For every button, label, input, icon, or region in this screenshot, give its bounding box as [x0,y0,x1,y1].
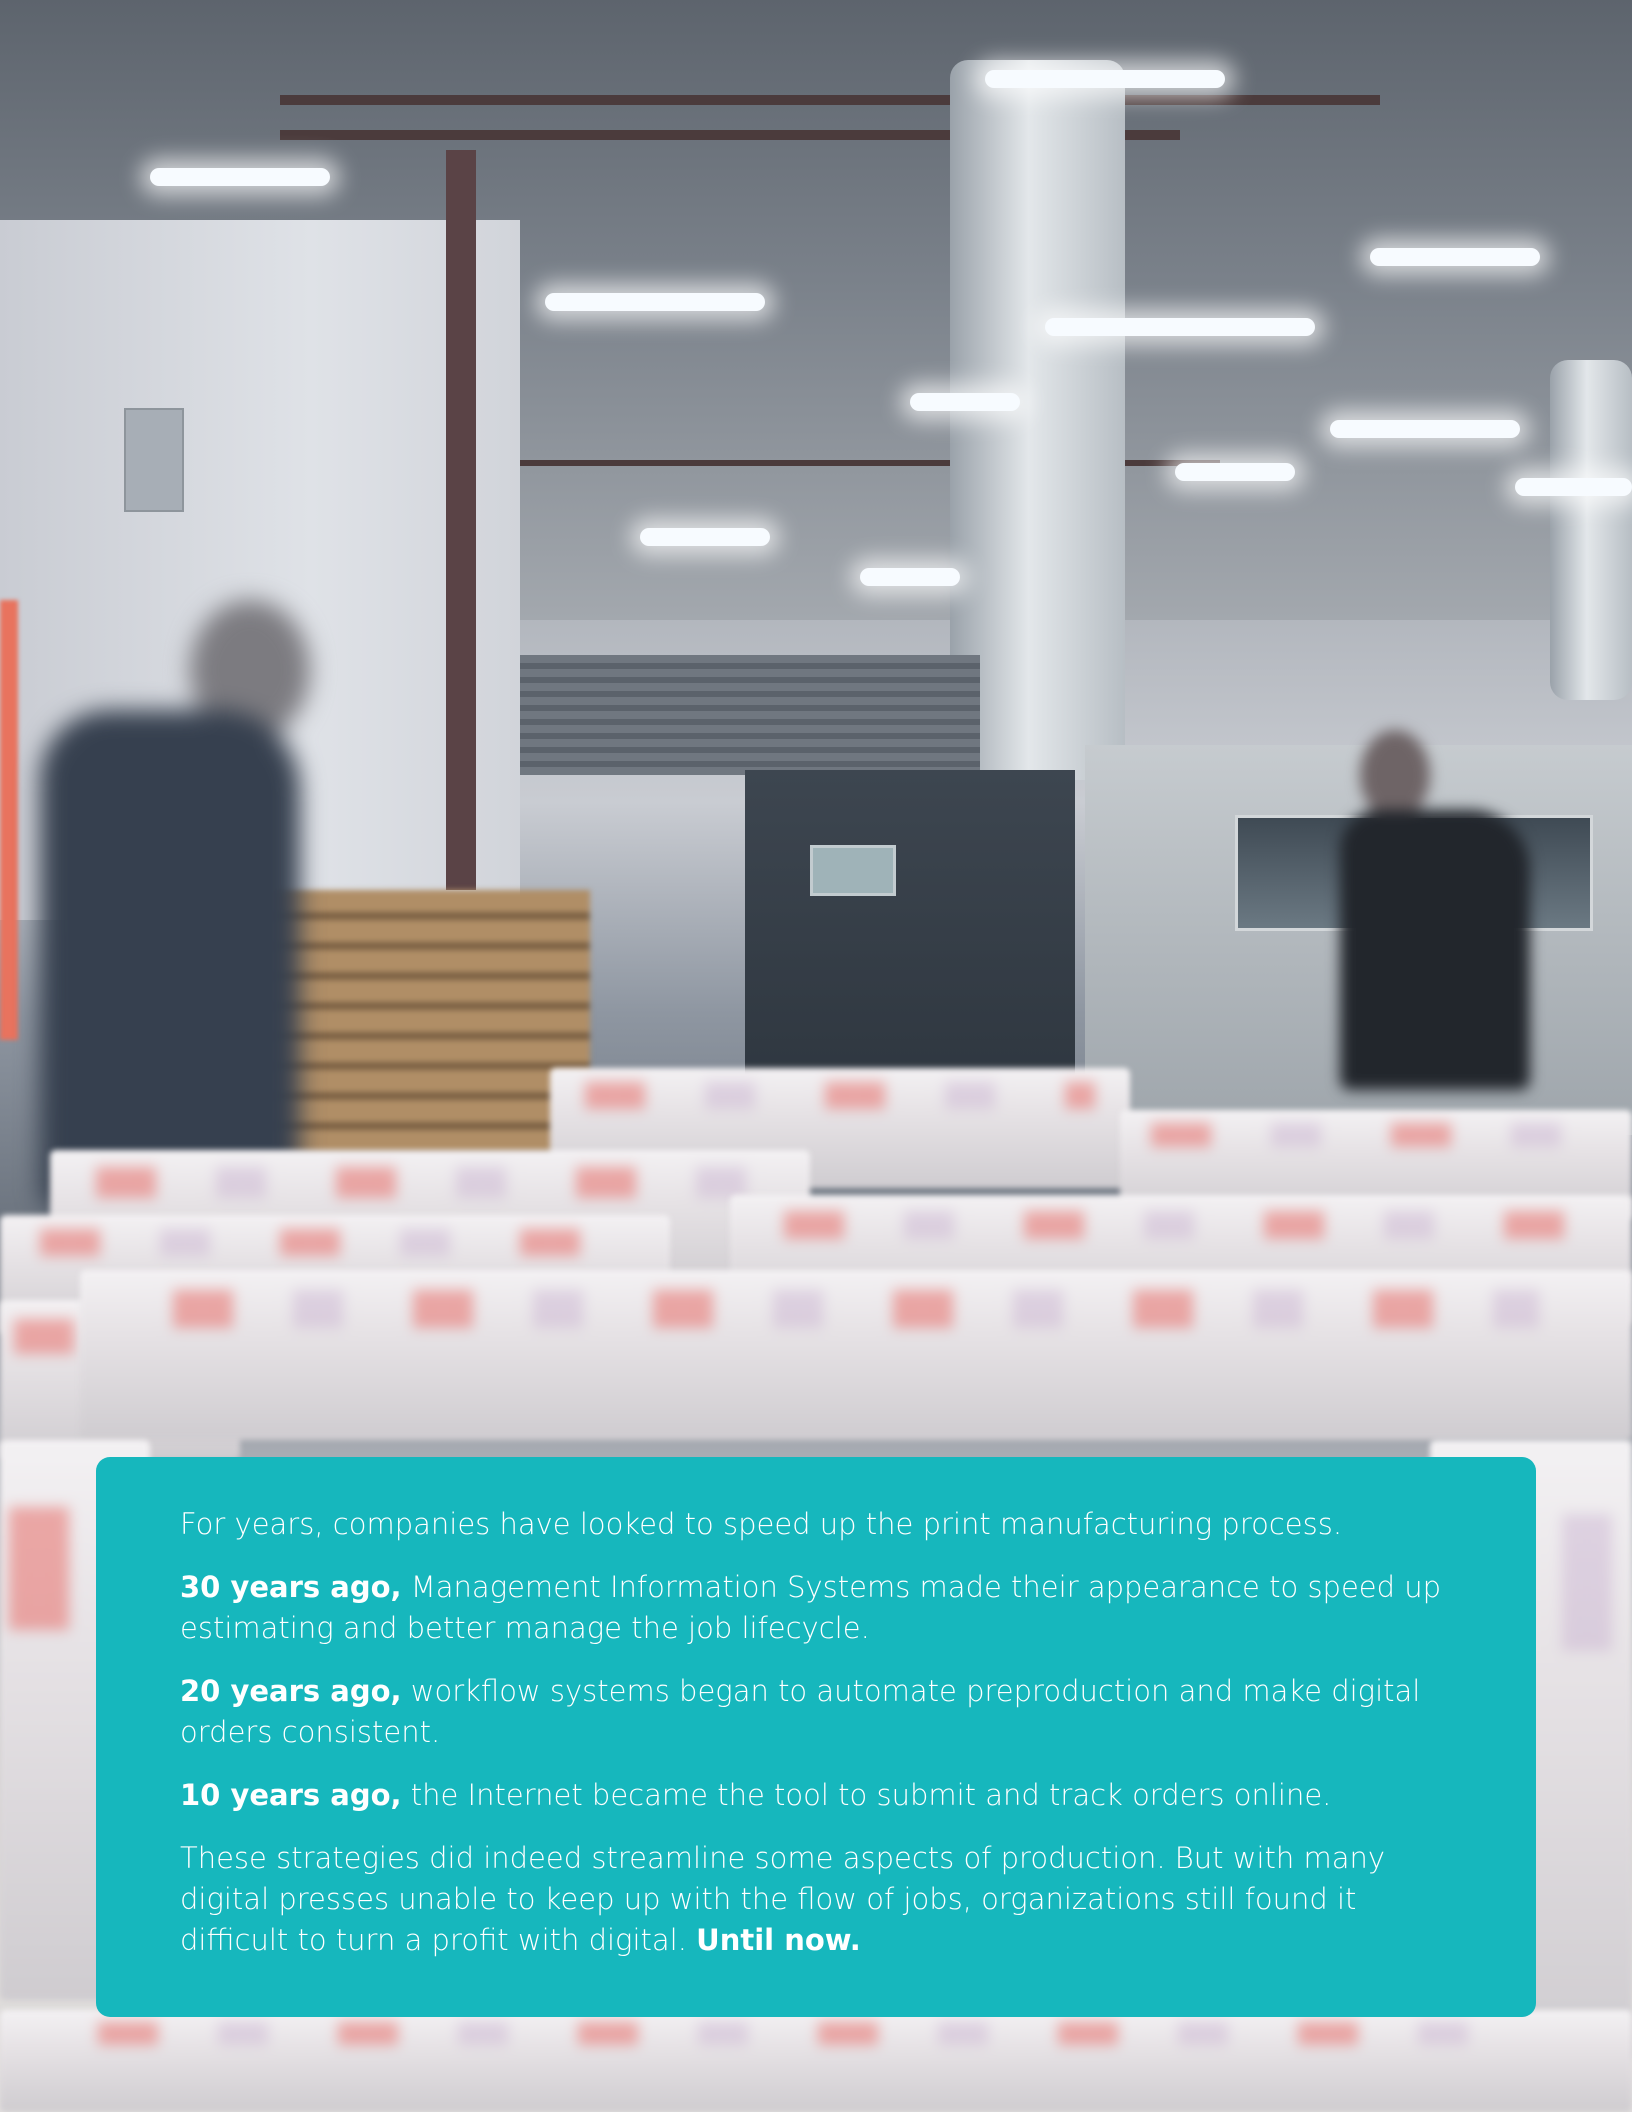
p2-lead: 30 years ago, [180,1570,402,1604]
orange-wall-edge [0,600,18,1040]
ceiling-light [1370,248,1540,266]
p4-rest: the Internet became the tool to submit a… [401,1778,1332,1812]
support-pillar [446,150,476,890]
paper-stack [0,2010,1632,2112]
ceiling-light [1175,463,1295,481]
ventilation-duct [1550,360,1632,700]
blurred-worker-right [1340,730,1540,1090]
p3-lead: 20 years ago, [180,1674,402,1708]
press-cabinet [745,770,1075,1110]
intro-paragraph-4: 10 years ago, the Internet became the to… [180,1775,1452,1816]
intro-paragraph-5: These strategies did indeed streamline s… [180,1838,1452,1961]
roller-door [520,655,980,775]
ceiling-beam [280,95,1380,105]
ceiling-light [1515,478,1632,496]
blurred-worker-left [40,600,310,1210]
ceiling-light [545,293,765,311]
paper-stack [80,1270,1632,1440]
wall-door [124,408,184,512]
intro-paragraph-3: 20 years ago, workflow systems began to … [180,1671,1452,1753]
intro-text-panel: For years, companies have looked to spee… [96,1457,1536,2017]
intro-paragraph-1: For years, companies have looked to spee… [180,1507,1343,1541]
ceiling-light [910,393,1020,411]
intro-paragraph-2: 30 years ago, Management Information Sys… [180,1567,1452,1649]
p4-lead: 10 years ago, [180,1778,402,1812]
ceiling-light [150,168,330,186]
ceiling-light [1045,318,1315,336]
machine-control-panel [810,845,896,896]
wooden-pallets [260,890,590,1170]
ceiling-light [860,568,960,586]
ceiling-light [1330,420,1520,438]
p5-emphasis: Until now. [696,1923,861,1957]
ceiling-light [640,528,770,546]
ceiling-light [985,70,1225,88]
